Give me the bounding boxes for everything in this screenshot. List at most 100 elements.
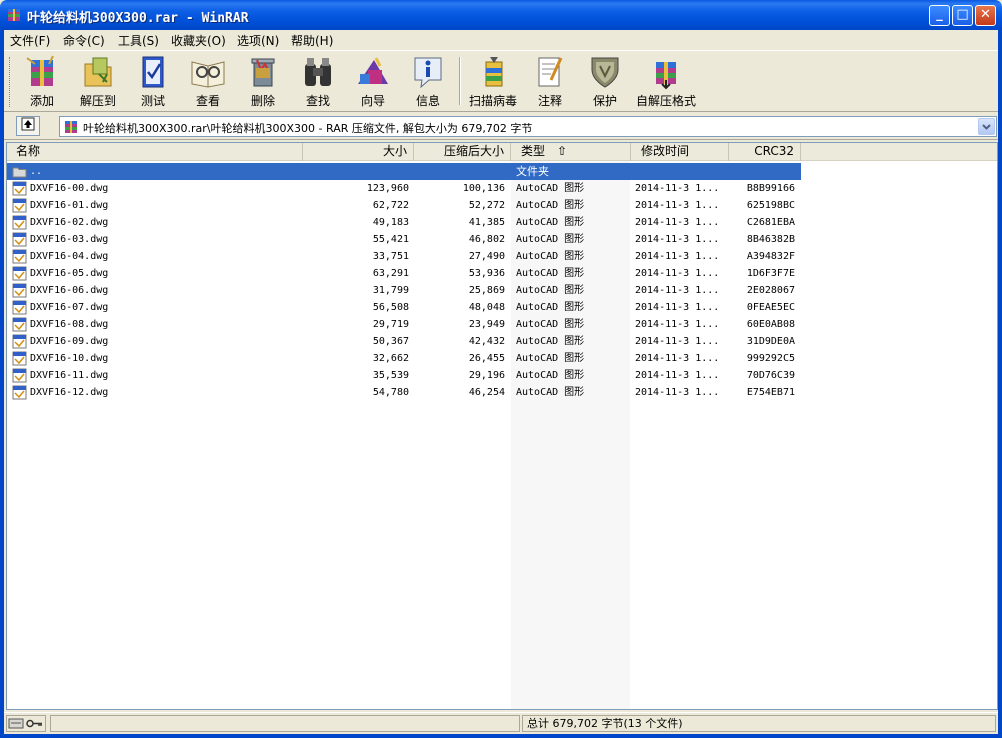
protect-button[interactable]: 保护 xyxy=(577,54,633,110)
protect-icon xyxy=(591,57,619,88)
chevron-down-icon xyxy=(982,124,991,130)
maximize-button[interactable]: □ xyxy=(952,5,973,26)
file-row[interactable]: DXVF16-02.dwg 49,183 41,385 AutoCAD 图形 2014-… xyxy=(7,214,801,231)
extract-to-icon xyxy=(84,57,112,87)
find-label: 查找 xyxy=(305,94,330,108)
file-row[interactable]: DXVF16-05.dwg 63,291 53,936 AutoCAD 图形 2014-… xyxy=(7,265,801,282)
file-row[interactable]: DXVF16-00.dwg 123,960 100,136 AutoCAD 图形 201… xyxy=(7,180,801,197)
test-label: 测试 xyxy=(140,94,165,108)
file-list[interactable]: 名称 大小 压缩后大小 类型 ⇧ 修改时间 CRC32 .. 文件夹 DXVF16… xyxy=(6,142,998,710)
file-type: AutoCAD 图形 xyxy=(516,336,585,347)
file-packed-size: 53,936 xyxy=(468,268,505,279)
menu-help[interactable]: 帮助(H) xyxy=(291,32,333,49)
dwg-file-icon xyxy=(12,317,27,332)
dwg-file-icon xyxy=(12,266,27,281)
view-icon xyxy=(191,61,225,88)
menu-tools[interactable]: 工具(S) xyxy=(118,32,159,49)
dwg-file-icon xyxy=(12,300,27,315)
menu-options[interactable]: 选项(N) xyxy=(237,32,279,49)
toolbar-grip[interactable] xyxy=(9,57,12,107)
file-row[interactable]: DXVF16-01.dwg 62,722 52,272 AutoCAD 图形 2014-… xyxy=(7,197,801,214)
add-label: 添加 xyxy=(29,94,54,108)
file-row[interactable]: DXVF16-10.dwg 32,662 26,455 AutoCAD 图形 2014-… xyxy=(7,350,801,367)
extract-to-button[interactable]: 解压到 xyxy=(70,54,126,110)
file-row[interactable]: DXVF16-12.dwg 54,780 46,254 AutoCAD 图形 2014-… xyxy=(7,384,801,401)
delete-icon xyxy=(251,58,275,87)
file-crc32: 2E028067 xyxy=(746,285,795,296)
path-combo[interactable]: 叶轮给料机300X300.rar\叶轮给料机300X300 - RAR 压缩文件… xyxy=(59,116,997,137)
file-row[interactable]: DXVF16-04.dwg 33,751 27,490 AutoCAD 图形 2014-… xyxy=(7,248,801,265)
info-label: 信息 xyxy=(415,94,440,108)
file-type: AutoCAD 图形 xyxy=(516,217,585,228)
header-crc32[interactable]: CRC32 xyxy=(729,143,801,161)
folder-up-icon xyxy=(12,167,27,178)
file-crc32: 625198BC xyxy=(746,200,795,211)
file-type: AutoCAD 图形 xyxy=(516,234,585,245)
path-dropdown-button[interactable] xyxy=(978,118,995,135)
sfx-button[interactable]: 自解压格式 xyxy=(632,54,700,110)
header-packed-size[interactable]: 压缩后大小 xyxy=(414,143,511,161)
dwg-file-icon xyxy=(12,351,27,366)
header-type-label: 类型 xyxy=(521,144,546,158)
window-frame-bottom xyxy=(0,734,1002,738)
status-summary: 总计 679,702 字节(13 个文件) xyxy=(522,715,996,732)
view-button[interactable]: 查看 xyxy=(180,54,236,110)
file-size: 33,751 xyxy=(372,251,409,262)
header-modified[interactable]: 修改时间 xyxy=(631,143,729,161)
file-modified: 2014-11-3 1... xyxy=(635,285,720,296)
up-arrow-icon xyxy=(21,117,35,131)
menu-favorites[interactable]: 收藏夹(O) xyxy=(171,32,226,49)
address-bar: 叶轮给料机300X300.rar\叶轮给料机300X300 - RAR 压缩文件… xyxy=(4,113,998,140)
header-type[interactable]: 类型 ⇧ xyxy=(511,143,631,161)
file-size: 62,722 xyxy=(372,200,409,211)
info-button[interactable]: 信息 xyxy=(400,54,456,110)
file-row[interactable]: DXVF16-07.dwg 56,508 48,048 AutoCAD 图形 2014-… xyxy=(7,299,801,316)
up-one-level-button[interactable] xyxy=(16,116,40,136)
file-row[interactable]: DXVF16-08.dwg 29,719 23,949 AutoCAD 图形 2014-… xyxy=(7,316,801,333)
file-crc32: 31D9DE0A xyxy=(746,336,795,347)
add-icon xyxy=(26,55,54,86)
wizard-button[interactable]: 向导 xyxy=(345,54,401,110)
file-row[interactable]: DXVF16-06.dwg 31,799 25,869 AutoCAD 图形 2014-… xyxy=(7,282,801,299)
file-row[interactable]: DXVF16-03.dwg 55,421 46,802 AutoCAD 图形 2014-… xyxy=(7,231,801,248)
file-type: AutoCAD 图形 xyxy=(516,183,585,194)
toolbar-separator xyxy=(459,57,461,105)
find-button[interactable]: 查找 xyxy=(290,54,346,110)
file-modified: 2014-11-3 1... xyxy=(635,183,720,194)
winrar-app-icon[interactable] xyxy=(6,7,22,23)
header-name[interactable]: 名称 xyxy=(7,143,303,161)
file-row[interactable]: DXVF16-09.dwg 50,367 42,432 AutoCAD 图形 2014-… xyxy=(7,333,801,350)
delete-button[interactable]: 删除 xyxy=(235,54,291,110)
file-crc32: 999292C5 xyxy=(746,353,795,364)
comment-label: 注释 xyxy=(537,94,562,108)
menu-file[interactable]: 文件(F) xyxy=(10,32,50,49)
add-button[interactable]: 添加 xyxy=(14,54,70,110)
file-modified: 2014-11-3 1... xyxy=(635,336,720,347)
close-button[interactable]: ✕ xyxy=(975,5,996,26)
test-button[interactable]: 测试 xyxy=(125,54,181,110)
dwg-file-icon xyxy=(12,232,27,247)
comment-button[interactable]: 注释 xyxy=(522,54,578,110)
parent-folder-type: 文件夹 xyxy=(516,165,549,178)
protect-label: 保护 xyxy=(592,94,617,108)
dwg-file-icon xyxy=(12,334,27,349)
file-modified: 2014-11-3 1... xyxy=(635,353,720,364)
sfx-label: 自解压格式 xyxy=(635,94,696,108)
file-size: 55,421 xyxy=(372,234,409,245)
file-crc32: E754EB71 xyxy=(746,387,795,398)
header-size[interactable]: 大小 xyxy=(303,143,414,161)
view-label: 查看 xyxy=(195,94,220,108)
virus-scan-button[interactable]: 扫描病毒 xyxy=(462,54,524,110)
file-row[interactable]: DXVF16-11.dwg 35,539 29,196 AutoCAD 图形 2014-… xyxy=(7,367,801,384)
file-name: DXVF16-06.dwg xyxy=(30,285,109,296)
file-packed-size: 26,455 xyxy=(468,353,505,364)
dwg-file-icon xyxy=(12,198,27,213)
menu-commands[interactable]: 命令(C) xyxy=(63,32,105,49)
file-modified: 2014-11-3 1... xyxy=(635,200,720,211)
title-bar[interactable]: 叶轮给料机300X300.rar - WinRAR _ □ ✕ xyxy=(0,0,1002,30)
parent-folder-row[interactable]: .. 文件夹 xyxy=(7,163,801,180)
minimize-button[interactable]: _ xyxy=(929,5,950,26)
extract-to-label: 解压到 xyxy=(79,94,116,108)
file-packed-size: 52,272 xyxy=(468,200,505,211)
file-name: DXVF16-05.dwg xyxy=(30,268,109,279)
